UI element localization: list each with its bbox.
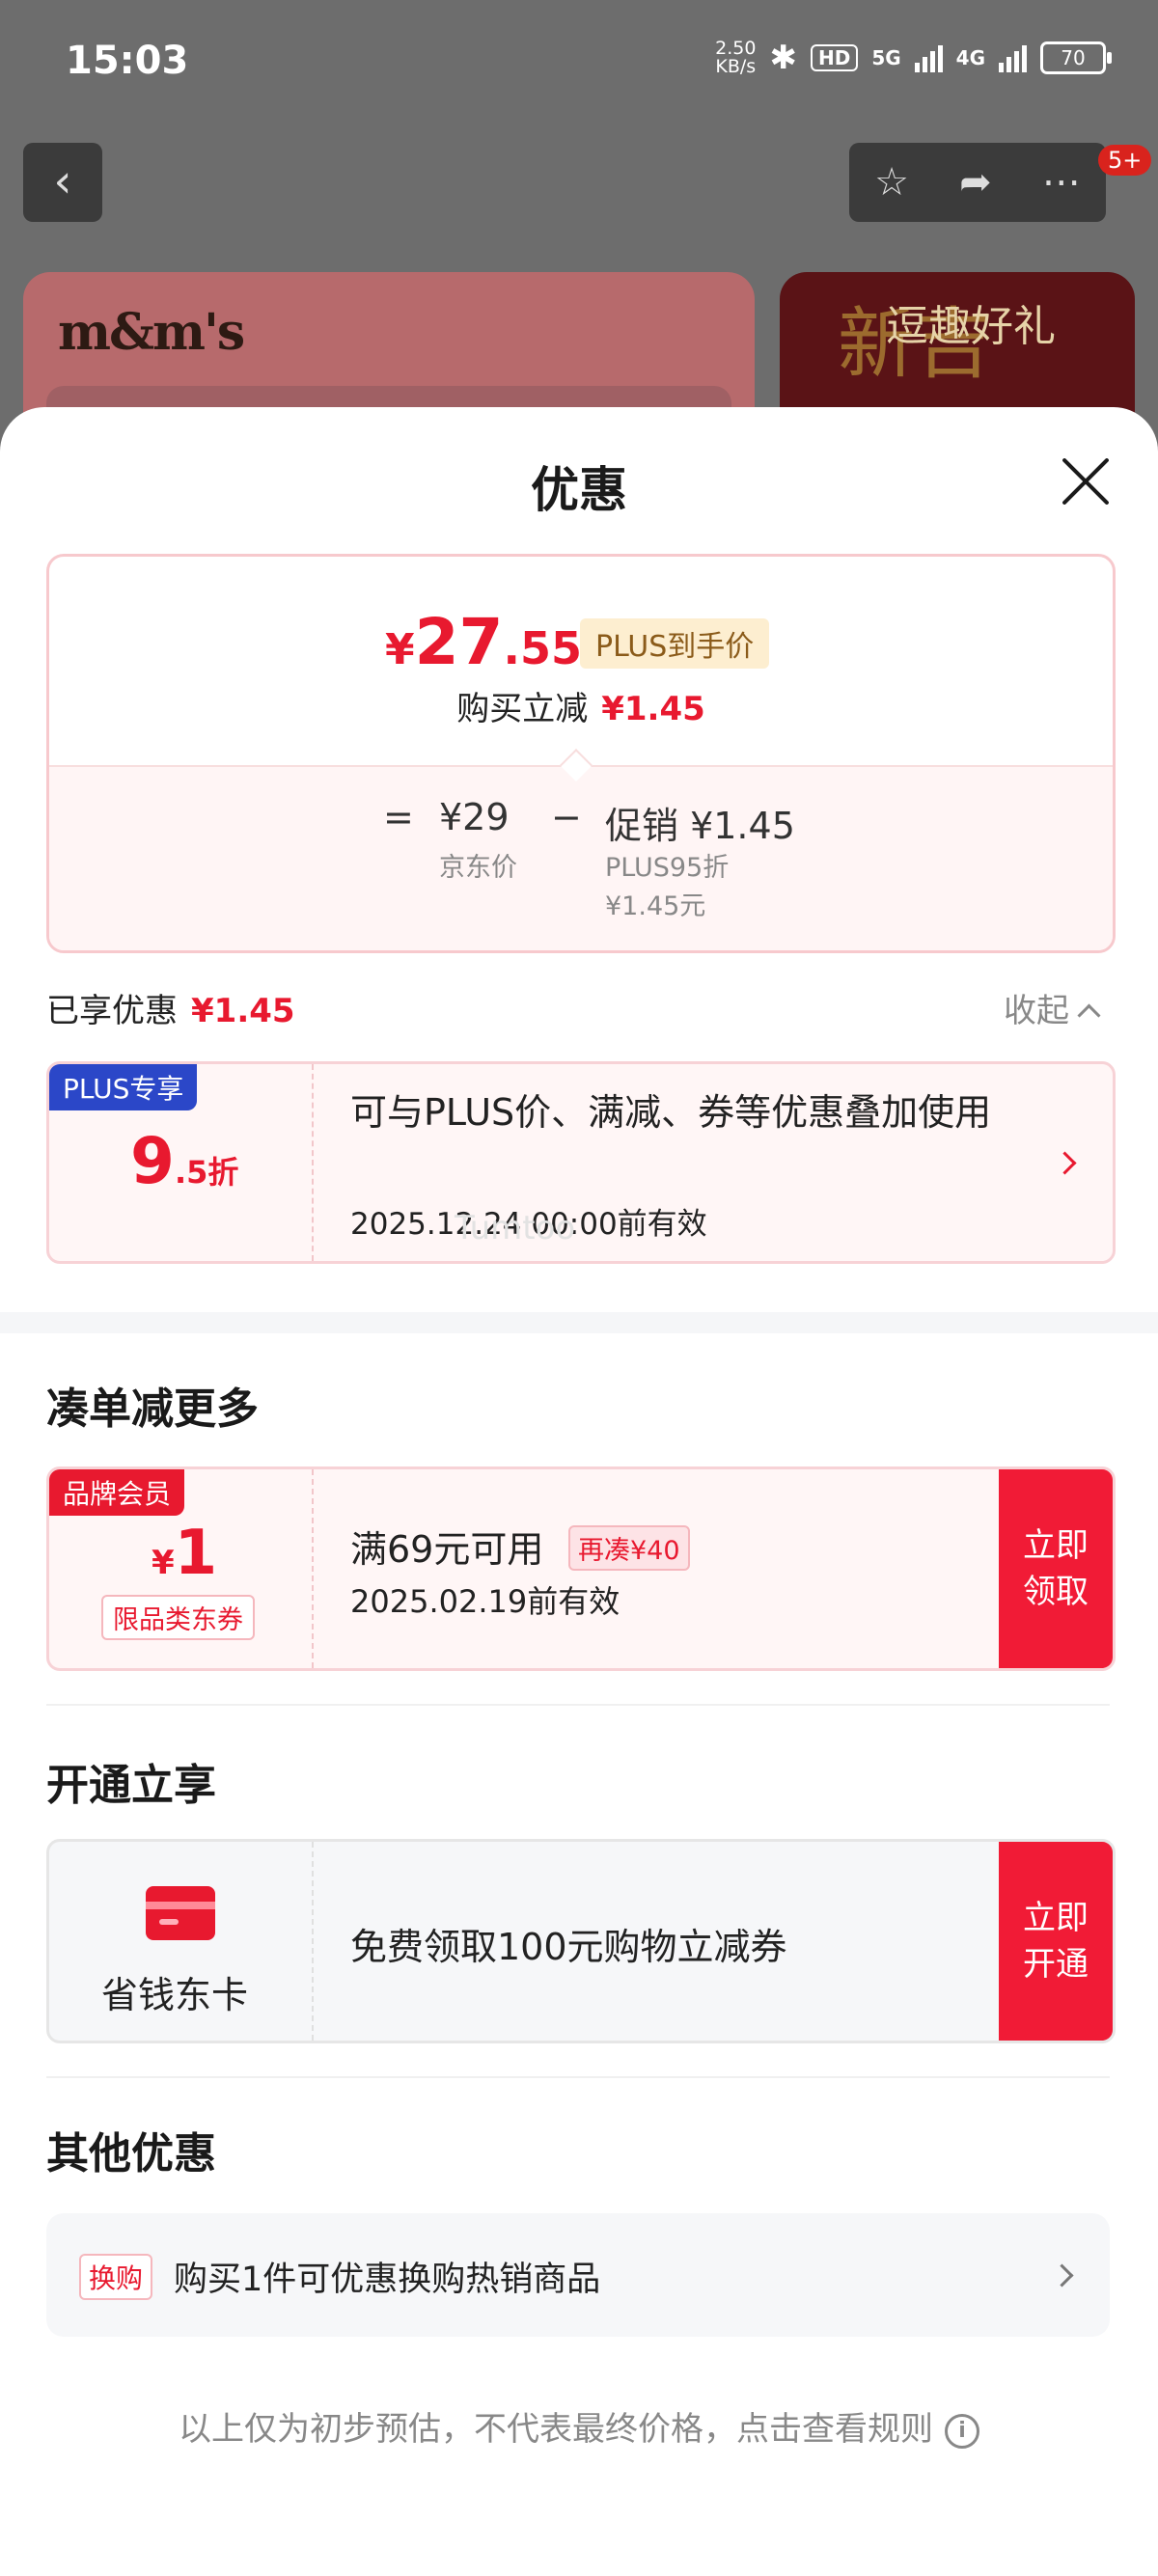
enjoyed-discount: 已享优惠 ¥1.45 [46, 992, 295, 1030]
equals-sign: = [383, 796, 414, 838]
more-icon[interactable]: ⋯ [1042, 160, 1081, 205]
jd-price: ¥29 [439, 796, 510, 838]
back-button[interactable]: ‹ [23, 143, 102, 222]
coupon-scope-tag: 限品类东券 [101, 1595, 255, 1640]
share-icon[interactable]: ➦ [959, 160, 992, 205]
price-breakdown [49, 765, 1113, 950]
status-time: 15:03 [66, 39, 189, 83]
price-summary-card: ¥ 27 .55 PLUS到手价 购买立减 ¥1.45 = ¥29 京东价 − 促… [46, 554, 1116, 953]
section-title-other: 其他优惠 [46, 2129, 216, 2179]
final-price: ¥ 27 .55 [385, 605, 582, 679]
promo-amount: 促销 ¥1.45 [605, 805, 795, 847]
plus-price-tag: PLUS到手价 [580, 618, 770, 669]
instant-reduction: 购买立减 ¥1.45 [456, 690, 705, 728]
info-icon: i [945, 2413, 979, 2449]
plus-exclusive-ribbon: PLUS专享 [49, 1064, 198, 1110]
section-separator [0, 1312, 1158, 1333]
add-more-tag: 再凑¥40 [568, 1525, 690, 1571]
discount-sheet: 优惠 ¥ 27 .55 PLUS到手价 购买立减 ¥1.45 = ¥29 京东价 … [0, 407, 1158, 2576]
coupon-description: 可与PLUS价、满减、券等优惠叠加使用 [350, 1091, 992, 1134]
collapse-toggle[interactable]: 收起 [1004, 984, 1101, 1031]
bluetooth-icon: ✱ [769, 39, 797, 77]
watermark: Tumtoo [455, 1209, 576, 1247]
trade-in-offer[interactable]: 换购 购买1件可优惠换购热销商品 [46, 2213, 1110, 2337]
claim-coupon-button[interactable]: 立即领取 [999, 1469, 1113, 1668]
brand-member-coupon: 品牌会员 ¥1 限品类东券 满69元可用 再凑¥40 2025.02.19前有效… [46, 1466, 1116, 1671]
coupon-validity: 2025.02.19前有效 [350, 1583, 620, 1620]
star-icon[interactable]: ☆ [874, 160, 909, 205]
promo-detail-plus: PLUS95折 [605, 853, 730, 883]
card-desc: 免费领取100元购物立减券 [350, 1926, 787, 1968]
signal-4g-icon [999, 43, 1027, 72]
card-name: 省钱东卡 [101, 1974, 249, 2016]
coupon-condition: 满69元可用 [350, 1528, 544, 1571]
signal-5g-icon [914, 43, 943, 72]
promo-detail-amount: ¥1.45元 [605, 891, 706, 921]
brand-member-ribbon: 品牌会员 [49, 1469, 185, 1516]
trade-in-tag: 换购 [79, 2254, 153, 2300]
divider-line [46, 1704, 1110, 1706]
notification-badge: 5+ [1098, 145, 1152, 176]
battery-icon: 70 [1040, 41, 1112, 74]
chevron-up-icon [1077, 1003, 1101, 1028]
discount-rate: 9.5折 [130, 1124, 239, 1198]
background-page: 15:03 2.50 KB/s ✱ HD 5G 4G 70 ‹ ☆ ➦ ⋯ 5+… [0, 0, 1158, 484]
savings-card-offer: 省钱东卡 免费领取100元购物立减券 立即开通 [46, 1839, 1116, 2043]
coupon-amount: ¥1 [152, 1518, 218, 1589]
trade-in-desc: 购买1件可优惠换购热销商品 [174, 2261, 601, 2299]
open-card-button[interactable]: 立即开通 [999, 1842, 1113, 2041]
net-4g-label: 4G [955, 46, 985, 69]
section-title-open: 开通立享 [46, 1761, 216, 1810]
chevron-right-icon [1053, 1151, 1077, 1175]
section-title-more: 凑单减更多 [46, 1384, 259, 1434]
minus-sign: − [551, 796, 582, 838]
hd-icon: HD [810, 44, 859, 71]
net-5g-label: 5G [871, 46, 901, 69]
status-bar: 15:03 2.50 KB/s ✱ HD 5G 4G 70 [0, 0, 1158, 135]
network-speed: 2.50 KB/s [715, 38, 757, 77]
promo-text: 逗趣好礼 [886, 302, 1056, 351]
divider-line [46, 2076, 1110, 2078]
brand-logo: m&m's [58, 303, 245, 362]
toolbar-actions: ☆ ➦ ⋯ [849, 143, 1106, 222]
jd-price-label: 京东价 [439, 853, 517, 883]
plus-discount-coupon[interactable]: PLUS专享 9.5折 可与PLUS价、满减、券等优惠叠加使用 2025.12.… [46, 1061, 1116, 1264]
rules-note[interactable]: 以上仅为初步预估，不代表最终价格，点击查看规则 i [0, 2402, 1158, 2450]
card-icon [146, 1886, 215, 1940]
close-icon[interactable] [1058, 453, 1112, 507]
sheet-title: 优惠 [531, 462, 627, 518]
chevron-left-icon: ‹ [53, 154, 72, 208]
chevron-right-icon [1050, 2263, 1074, 2288]
